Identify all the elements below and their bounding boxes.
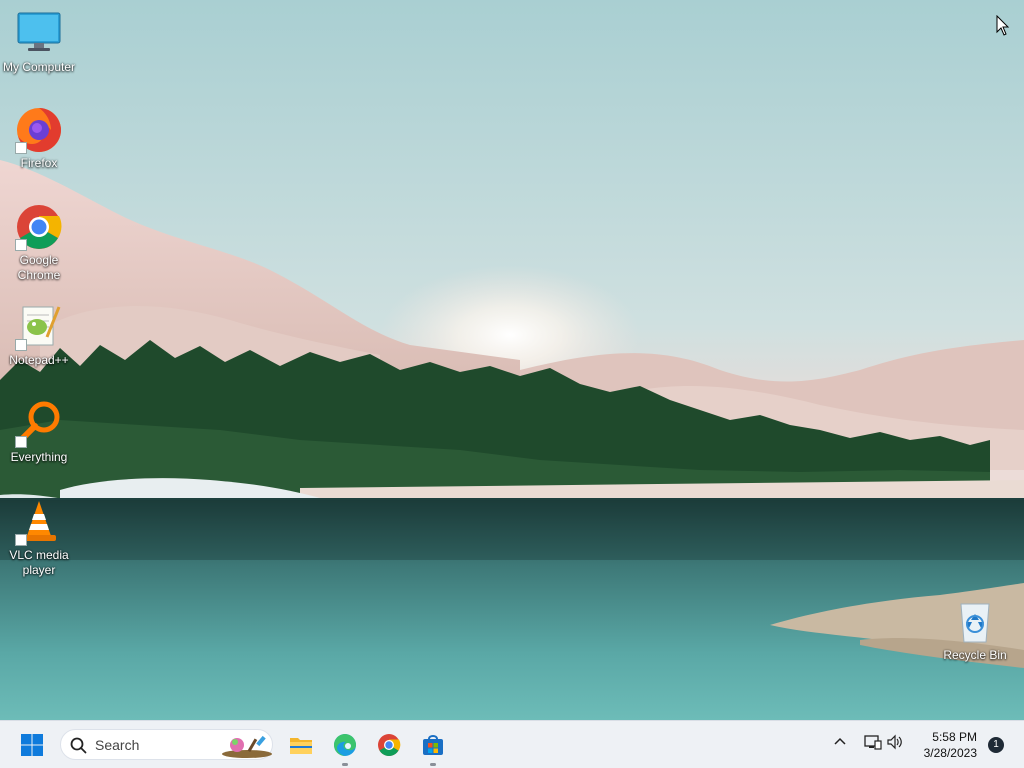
desktop-icon-everything[interactable]: Everything	[0, 400, 78, 465]
clock-date: 3/28/2023	[923, 746, 977, 760]
desktop-icon-label: VLC media player	[9, 548, 69, 577]
taskbar-chrome[interactable]	[373, 729, 405, 761]
chevron-up-icon	[834, 737, 846, 745]
windows-logo-icon	[21, 734, 43, 756]
desktop-icon-google-chrome[interactable]: Google Chrome	[0, 203, 78, 283]
desktop-icon-label: Recycle Bin	[943, 648, 1007, 662]
search-placeholder: Search	[95, 737, 140, 753]
desktop-icon-recycle-bin[interactable]: Recycle Bin	[936, 598, 1014, 663]
shortcut-arrow-icon	[15, 339, 27, 351]
mouse-cursor-icon	[996, 15, 1010, 36]
vlc-icon	[15, 498, 63, 546]
taskbar-file-explorer[interactable]	[285, 729, 317, 761]
wallpaper	[0, 0, 1024, 720]
desktop-icon-firefox[interactable]: Firefox	[0, 106, 78, 171]
recycle-bin-icon	[951, 598, 999, 646]
shortcut-arrow-icon	[15, 142, 27, 154]
desktop-icon-label: Notepad++	[9, 353, 69, 367]
edge-icon	[334, 734, 356, 756]
running-indicator	[430, 763, 436, 766]
everything-search-icon	[15, 400, 63, 448]
microsoft-store-icon	[423, 735, 443, 755]
notification-badge[interactable]: 1	[988, 737, 1004, 753]
firefox-icon	[15, 106, 63, 154]
clock[interactable]: 5:58 PM 3/28/2023	[897, 729, 977, 761]
computer-icon	[15, 10, 63, 58]
desktop-icon-vlc[interactable]: VLC media player	[0, 498, 78, 578]
desktop-icon-label: Everything	[10, 450, 68, 464]
network-icon	[864, 735, 882, 750]
taskbar-microsoft-store[interactable]	[417, 729, 449, 766]
notepad-plus-plus-icon	[15, 303, 63, 351]
clock-time: 5:58 PM	[932, 730, 977, 744]
taskbar-edge[interactable]	[329, 729, 361, 766]
running-indicator	[342, 763, 348, 766]
search-icon	[70, 737, 87, 754]
desktop-icon-label: Firefox	[20, 156, 58, 170]
desktop: My Computer Firefox Google Chrome Notepa…	[0, 0, 1024, 720]
desktop-icon-label: Google Chrome	[17, 253, 61, 282]
desktop-icon-notepad-plus-plus[interactable]: Notepad++	[0, 303, 78, 368]
chrome-icon	[15, 203, 63, 251]
desktop-icon-label: My Computer	[2, 60, 76, 74]
search-highlight-illustration-icon	[222, 735, 272, 758]
show-hidden-icons-button[interactable]	[828, 729, 852, 761]
shortcut-arrow-icon	[15, 436, 27, 448]
start-button[interactable]	[16, 729, 48, 761]
desktop-icon-my-computer[interactable]: My Computer	[0, 10, 78, 75]
taskbar: Search 5:58 PM 3/28/2023	[0, 720, 1024, 768]
chrome-icon	[378, 734, 401, 756]
file-explorer-icon	[290, 738, 312, 754]
shortcut-arrow-icon	[15, 239, 27, 251]
shortcut-arrow-icon	[15, 534, 27, 546]
taskbar-search-box[interactable]: Search	[60, 729, 273, 760]
